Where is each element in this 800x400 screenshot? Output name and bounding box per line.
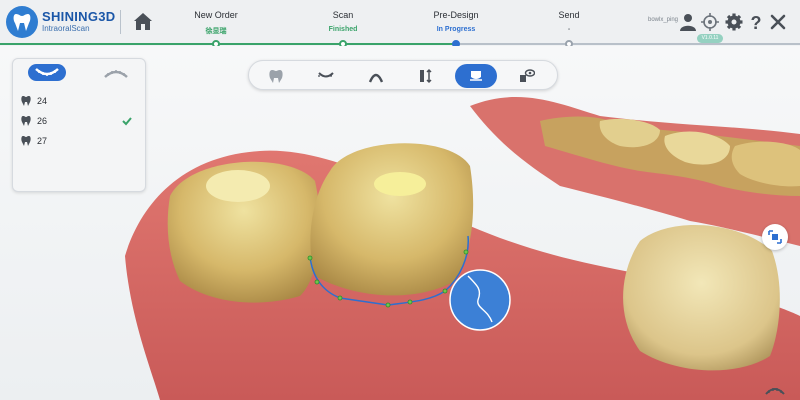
cut-tool-icon[interactable]	[305, 64, 347, 88]
question-icon[interactable]: ?	[746, 12, 766, 33]
upper-jaw-icon[interactable]	[28, 64, 66, 81]
step-status: 徐显瑞	[205, 28, 227, 35]
lower-jaw-icon[interactable]	[99, 64, 133, 81]
tooth-tool-icon[interactable]	[255, 64, 297, 88]
tooth-icon	[21, 116, 31, 126]
gear-icon[interactable]	[724, 12, 744, 32]
logo-divider	[120, 10, 121, 34]
tooth-icon	[21, 96, 31, 106]
close-icon[interactable]	[768, 12, 788, 32]
step-title: Send	[558, 10, 580, 20]
progress-completed	[0, 43, 457, 45]
brand-name: SHINING3D	[42, 9, 116, 24]
design-toolbar	[248, 60, 558, 90]
logo-tooth-icon	[6, 6, 38, 38]
margin-tool-icon[interactable]	[455, 64, 497, 88]
tooth-item-24[interactable]: 24	[21, 93, 141, 109]
tooth-item-26[interactable]: 26	[21, 113, 141, 129]
version-badge: V1.0.11	[697, 34, 723, 43]
step-title: Pre-Design	[433, 10, 479, 20]
step-new-order[interactable]: New Order 徐显瑞	[156, 10, 276, 36]
crosshair-icon[interactable]	[700, 12, 720, 32]
step-send[interactable]: Send -	[509, 10, 629, 33]
tooth-number: 24	[37, 96, 48, 106]
home-icon[interactable]	[132, 11, 154, 33]
step-status: -	[567, 26, 571, 33]
tooth-item-27[interactable]: 27	[21, 133, 141, 149]
margin-magnifier[interactable]	[449, 269, 511, 331]
svg-text:?: ?	[751, 13, 762, 32]
checkmark-icon	[122, 117, 132, 126]
tooth-number: 27	[37, 136, 48, 146]
arch-tool-icon[interactable]	[355, 64, 397, 88]
user-icon[interactable]	[678, 12, 698, 32]
step-title: New Order	[194, 10, 238, 20]
view-reset-icon[interactable]	[762, 224, 788, 250]
step-title: Scan	[332, 10, 354, 20]
product-name: IntraoralScan	[42, 24, 90, 33]
jaw-orientation-icon[interactable]	[764, 383, 786, 397]
step-status: In Progress	[436, 26, 476, 33]
step-status: Finished	[328, 26, 358, 33]
tooth-list-panel: 24 26 27	[12, 58, 146, 192]
top-navigation-bar: SHINING3D IntraoralScan New Order 徐显瑞 Sc…	[0, 0, 800, 44]
visibility-tool-icon[interactable]	[505, 64, 547, 88]
tooth-icon	[21, 136, 31, 146]
tooth-number: 26	[37, 116, 48, 126]
step-pre-design[interactable]: Pre-Design In Progress	[396, 10, 516, 33]
user-name: bowlx_ping	[648, 17, 679, 23]
align-tool-icon[interactable]	[405, 64, 447, 88]
step-scan[interactable]: Scan Finished	[283, 10, 403, 33]
